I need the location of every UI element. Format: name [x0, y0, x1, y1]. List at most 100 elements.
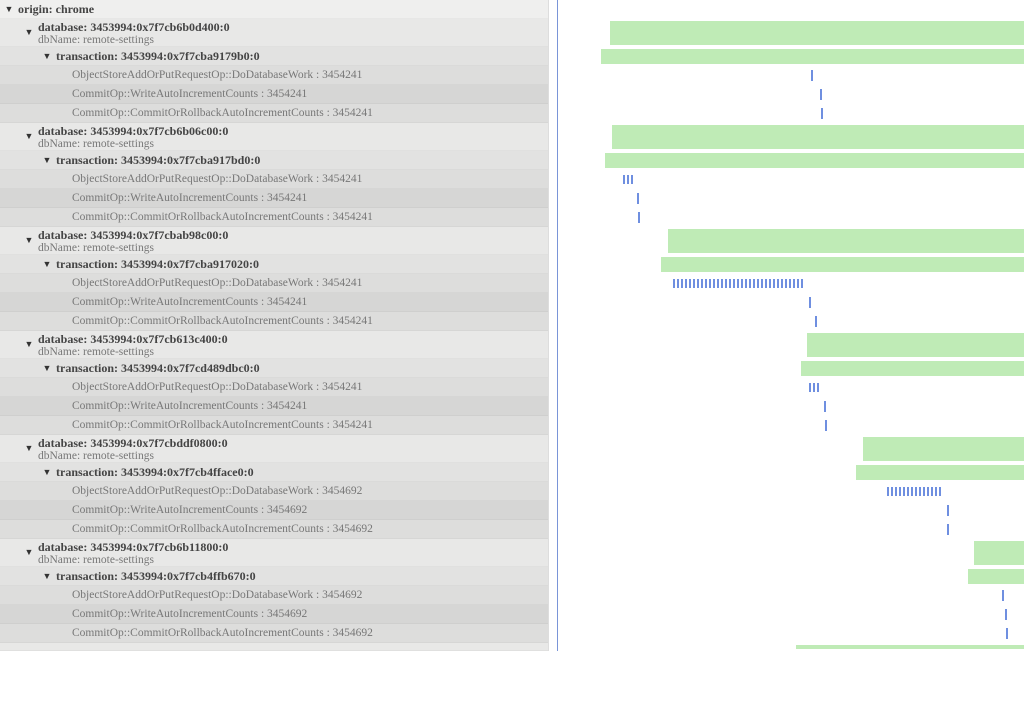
event-tick[interactable]: [821, 108, 823, 119]
operation-row[interactable]: ObjectStoreAddOrPutRequestOp::DoDatabase…: [0, 586, 548, 605]
timeline-row: [549, 208, 1024, 227]
operation-row[interactable]: CommitOp::WriteAutoIncrementCounts : 345…: [0, 605, 548, 624]
timeline-row: [549, 274, 1024, 293]
transaction-row[interactable]: ▼transaction: 3453994:0x7f7cba917bd0:0: [0, 151, 548, 170]
database-label: database: 3453994:0x7f7cb613c400:0: [38, 332, 228, 346]
disclosure-triangle-icon[interactable]: ▼: [42, 359, 52, 378]
operation-row[interactable]: CommitOp::CommitOrRollbackAutoIncrementC…: [0, 416, 548, 435]
timeline-row: [549, 331, 1024, 359]
operation-label: CommitOp::WriteAutoIncrementCounts : 345…: [72, 504, 307, 516]
operation-label: CommitOp::WriteAutoIncrementCounts : 345…: [72, 88, 307, 100]
duration-bar[interactable]: [610, 21, 1024, 45]
database-row[interactable]: ▼database: 3453994:0x7f7cbab98c00:0dbNam…: [0, 227, 548, 255]
event-tick[interactable]: [947, 505, 949, 516]
operation-row[interactable]: CommitOp::CommitOrRollbackAutoIncrementC…: [0, 624, 548, 643]
timeline-row: [549, 312, 1024, 331]
database-label: database: 3453994:0x7f7cb6b0d400:0: [38, 20, 230, 34]
event-tick[interactable]: [809, 297, 811, 308]
operation-row[interactable]: CommitOp::WriteAutoIncrementCounts : 345…: [0, 293, 548, 312]
event-span[interactable]: [623, 175, 633, 184]
timeline-pane[interactable]: [548, 0, 1024, 651]
event-tick[interactable]: [947, 524, 949, 535]
disclosure-triangle-icon[interactable]: ▼: [24, 127, 34, 146]
transaction-row[interactable]: ▼transaction: 3453994:0x7f7cd489dbc0:0: [0, 359, 548, 378]
transaction-row[interactable]: ▼ transaction: 3453994:0x7f7cb4ffb670:0: [0, 567, 548, 586]
event-tick[interactable]: [1006, 628, 1008, 639]
profiler-panel: ▼origin: chrome▼database: 3453994:0x7f7c…: [0, 0, 1024, 651]
disclosure-triangle-icon[interactable]: ▼: [24, 231, 34, 250]
operation-row[interactable]: ObjectStoreAddOrPutRequestOp::DoDatabase…: [0, 274, 548, 293]
disclosure-triangle-icon[interactable]: ▼: [24, 439, 34, 458]
disclosure-triangle-icon[interactable]: ▼: [42, 255, 52, 274]
operation-row[interactable]: ObjectStoreAddOrPutRequestOp::DoDatabase…: [0, 378, 548, 397]
database-label: database: 3453994:0x7f7cb6b06c00:0: [38, 124, 228, 138]
duration-bar[interactable]: [856, 465, 1024, 480]
event-tick[interactable]: [815, 316, 817, 327]
duration-bar[interactable]: [601, 49, 1024, 64]
timeline-row: [549, 189, 1024, 208]
duration-bar[interactable]: [605, 153, 1024, 168]
event-tick[interactable]: [1005, 609, 1007, 620]
database-row[interactable]: ▼database: 3453994:0x7f7cb6b06c00:0dbNam…: [0, 123, 548, 151]
operation-row[interactable]: ObjectStoreAddOrPutRequestOp::DoDatabase…: [0, 66, 548, 85]
operation-label: CommitOp::CommitOrRollbackAutoIncrementC…: [72, 419, 373, 431]
database-row[interactable]: ▼database: 3453994:0x7f7cb613c400:0dbNam…: [0, 331, 548, 359]
timeline-row: [549, 293, 1024, 312]
duration-bar[interactable]: [668, 229, 1024, 253]
event-tick[interactable]: [825, 420, 827, 431]
transaction-label: transaction: 3453994:0x7f7cba9179b0:0: [56, 49, 260, 63]
database-row[interactable]: ▼database: 3453994:0x7f7cb6b0d400:0dbNam…: [0, 19, 548, 47]
operation-row[interactable]: CommitOp::WriteAutoIncrementCounts : 345…: [0, 397, 548, 416]
operation-row[interactable]: ObjectStoreAddOrPutRequestOp::DoDatabase…: [0, 170, 548, 189]
duration-bar[interactable]: [796, 645, 1024, 649]
transaction-label: transaction: 3453994:0x7f7cb4ffb670:0: [56, 569, 256, 583]
operation-label: CommitOp::CommitOrRollbackAutoIncrementC…: [72, 315, 373, 327]
operation-row[interactable]: CommitOp::CommitOrRollbackAutoIncrementC…: [0, 208, 548, 227]
operation-row[interactable]: CommitOp::WriteAutoIncrementCounts : 345…: [0, 189, 548, 208]
disclosure-triangle-icon[interactable]: ▼: [42, 463, 52, 482]
disclosure-triangle-icon[interactable]: ▼: [42, 151, 52, 170]
event-span[interactable]: [887, 487, 943, 496]
timeline-row: [549, 170, 1024, 189]
disclosure-triangle-icon[interactable]: ▼: [42, 47, 52, 66]
operation-row[interactable]: CommitOp::CommitOrRollbackAutoIncrementC…: [0, 520, 548, 539]
disclosure-triangle-icon[interactable]: ▼: [42, 567, 52, 586]
database-row[interactable]: ▼database: 3453994:0x7f7cb6b11800:0dbNam…: [0, 539, 548, 567]
tree-pane[interactable]: ▼origin: chrome▼database: 3453994:0x7f7c…: [0, 0, 548, 651]
disclosure-triangle-icon[interactable]: ▼: [4, 0, 14, 19]
operation-label: CommitOp::WriteAutoIncrementCounts : 345…: [72, 608, 307, 620]
disclosure-triangle-icon[interactable]: ▼: [24, 543, 34, 562]
event-tick[interactable]: [820, 89, 822, 100]
timeline-row: [549, 435, 1024, 463]
transaction-row[interactable]: ▼ transaction: 3453994:0x7f7cba9179b0:0: [0, 47, 548, 66]
duration-bar[interactable]: [968, 569, 1024, 584]
operation-label: CommitOp::CommitOrRollbackAutoIncrementC…: [72, 523, 373, 535]
operation-row[interactable]: CommitOp::CommitOrRollbackAutoIncrementC…: [0, 104, 548, 123]
event-tick[interactable]: [638, 212, 640, 223]
event-tick[interactable]: [811, 70, 813, 81]
event-tick[interactable]: [637, 193, 639, 204]
timeline-row: [549, 123, 1024, 151]
timeline-row: [549, 501, 1024, 520]
duration-bar[interactable]: [863, 437, 1024, 461]
transaction-row[interactable]: ▼transaction: 3453994:0x7f7cba917020:0: [0, 255, 548, 274]
duration-bar[interactable]: [661, 257, 1024, 272]
timeline-row: [549, 463, 1024, 482]
operation-row[interactable]: CommitOp::WriteAutoIncrementCounts : 345…: [0, 85, 548, 104]
operation-row[interactable]: ObjectStoreAddOrPutRequestOp::DoDatabase…: [0, 482, 548, 501]
event-tick[interactable]: [1002, 590, 1004, 601]
disclosure-triangle-icon[interactable]: ▼: [24, 335, 34, 354]
event-span[interactable]: [809, 383, 821, 392]
operation-row[interactable]: CommitOp::WriteAutoIncrementCounts : 345…: [0, 501, 548, 520]
event-tick[interactable]: [824, 401, 826, 412]
event-span[interactable]: [673, 279, 803, 288]
duration-bar[interactable]: [974, 541, 1024, 565]
duration-bar[interactable]: [801, 361, 1024, 376]
operation-row[interactable]: CommitOp::CommitOrRollbackAutoIncrementC…: [0, 312, 548, 331]
database-row[interactable]: ▼database: 3453994:0x7f7cbddf0800:0dbNam…: [0, 435, 548, 463]
duration-bar[interactable]: [807, 333, 1024, 357]
origin-row[interactable]: ▼origin: chrome: [0, 0, 548, 19]
duration-bar[interactable]: [612, 125, 1024, 149]
transaction-row[interactable]: ▼transaction: 3453994:0x7f7cb4fface0:0: [0, 463, 548, 482]
disclosure-triangle-icon[interactable]: ▼: [24, 23, 34, 42]
